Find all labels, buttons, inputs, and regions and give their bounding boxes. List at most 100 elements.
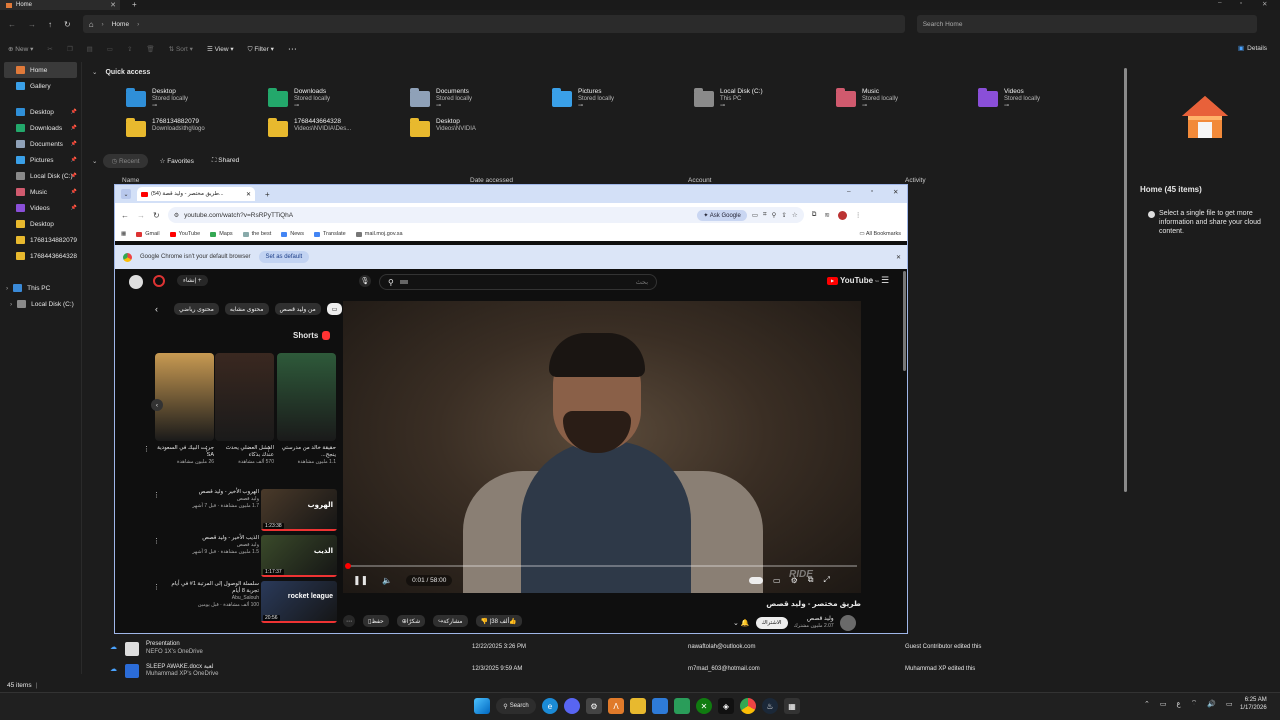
tab-search-icon[interactable]: ⌄ bbox=[121, 189, 131, 199]
quick-access-item[interactable]: Local Disk (C:) This PC ⊸ bbox=[694, 88, 763, 110]
close-tab-icon[interactable]: ✕ bbox=[110, 1, 116, 9]
copy-icon[interactable]: ❐ bbox=[67, 45, 73, 53]
share-button[interactable]: ↪ مشاركة bbox=[433, 615, 468, 627]
autoplay-toggle[interactable] bbox=[749, 576, 763, 584]
sidebar-item[interactable]: Documents 📌 bbox=[0, 136, 81, 152]
youtube-logo[interactable]: ▶ YouTube SA bbox=[827, 276, 879, 285]
sidebar-item[interactable]: Videos 📌 bbox=[0, 200, 81, 216]
avatar[interactable] bbox=[129, 275, 143, 289]
back-icon[interactable]: ← bbox=[8, 20, 16, 29]
notifications-icon[interactable] bbox=[153, 275, 165, 287]
bookmark-item[interactable]: mail.moj.gov.sa bbox=[355, 231, 403, 237]
file-explorer-icon[interactable] bbox=[630, 698, 646, 714]
clock[interactable]: 6:25 AM 1/17/2026 bbox=[1240, 696, 1267, 712]
new-tab-icon[interactable]: + bbox=[132, 0, 137, 9]
chip-scroll-left-icon[interactable]: ‹ bbox=[155, 304, 158, 314]
video-menu-icon[interactable]: ⋮ bbox=[153, 583, 160, 591]
chip-channel[interactable]: من وليد قصص bbox=[274, 303, 321, 315]
profile-icon[interactable] bbox=[837, 210, 847, 220]
tab-favorites[interactable]: ☆ Favorites bbox=[154, 154, 200, 168]
app-icon[interactable]: ▦ bbox=[784, 698, 800, 714]
forward-icon[interactable]: → bbox=[137, 211, 145, 220]
sidebar-item[interactable]: 1768134882079 bbox=[0, 232, 81, 248]
zoom-icon[interactable]: ⚲ bbox=[772, 211, 777, 219]
fullscreen-icon[interactable]: ⤢ bbox=[823, 575, 829, 585]
bookmark-item[interactable]: YouTube bbox=[169, 231, 200, 237]
short-card[interactable]: حقيقة خالد من مدرستي ينجح... 1.1 مليون مش… bbox=[265, 353, 336, 477]
language-indicator[interactable]: ع bbox=[1177, 700, 1181, 708]
omnibox[interactable]: ⚙ youtube.com/watch?v=RsRPyTTiQhA ✦ Ask … bbox=[167, 207, 804, 223]
paste-icon[interactable]: ▤ bbox=[87, 45, 93, 53]
steam-icon[interactable]: ♨ bbox=[762, 698, 778, 714]
guide-menu-icon[interactable]: ☰ bbox=[881, 275, 889, 286]
xbox-icon[interactable]: ✕ bbox=[696, 698, 712, 714]
quick-access-item[interactable]: Videos Stored locally ⊸ bbox=[978, 88, 1040, 110]
menu-icon[interactable]: ⋮ bbox=[855, 211, 862, 219]
site-info-icon[interactable]: ⚙ bbox=[174, 212, 179, 219]
chrome-tab[interactable]: (54) طريق مختصر - وليد قصة... ✕ bbox=[137, 187, 255, 201]
settings-icon[interactable]: ⚙ bbox=[791, 576, 798, 585]
quick-access-item[interactable]: Desktop Stored locally ⊸ bbox=[126, 88, 188, 110]
up-icon[interactable]: ↑ bbox=[48, 20, 52, 29]
settings-icon[interactable]: ⚙ bbox=[586, 698, 602, 714]
miniplayer-icon[interactable]: ⧉ bbox=[808, 575, 814, 585]
app-icon[interactable] bbox=[674, 698, 690, 714]
chrome-icon[interactable] bbox=[740, 698, 756, 714]
refresh-icon[interactable]: ↻ bbox=[64, 20, 71, 29]
close-window-icon[interactable]: ✕ bbox=[1262, 0, 1267, 8]
explorer-tab[interactable]: Home ✕ bbox=[0, 0, 120, 10]
column-header-name[interactable]: Name bbox=[122, 177, 139, 184]
set-default-button[interactable]: Set as default bbox=[258, 251, 310, 263]
sidebar-item[interactable]: Pictures 📌 bbox=[0, 152, 81, 168]
rename-icon[interactable]: ▭ bbox=[107, 45, 113, 53]
chip-all-icon[interactable]: ▭ bbox=[326, 303, 343, 315]
volume-icon[interactable]: 🔊 bbox=[1207, 700, 1216, 708]
sidebar-item[interactable]: Desktop 📌 bbox=[0, 104, 81, 120]
chip-sports[interactable]: محتوى رياضي bbox=[174, 303, 219, 315]
table-row[interactable]: ☁ SLEEP AWAKE.docx لعبة Muhammad XP's OneD… bbox=[106, 663, 1116, 681]
subtitles-icon[interactable]: ▭ bbox=[773, 576, 781, 585]
quick-access-item[interactable]: 1768134882079 Downloads\thg\logo bbox=[126, 118, 205, 137]
maximize-icon[interactable]: ▫ bbox=[871, 188, 873, 195]
quick-access-header[interactable]: ⌄ Quick access bbox=[92, 68, 150, 77]
progress-bar[interactable] bbox=[345, 563, 857, 569]
discord-icon[interactable] bbox=[564, 698, 580, 714]
sidebar-item-this-pc[interactable]: › This PC bbox=[0, 280, 81, 296]
shorts-scroll-left-icon[interactable]: ‹ bbox=[151, 399, 163, 411]
maximize-icon[interactable]: ▫ bbox=[1240, 0, 1242, 7]
save-button[interactable]: ▯ حفظ bbox=[363, 615, 389, 627]
related-video[interactable]: ⋮ سلسلة الوصول إلى المرتبة 1# في أيام تجر… bbox=[151, 581, 337, 623]
like-dislike[interactable]: 👎 | 38 ألف 👍 bbox=[475, 615, 522, 627]
quick-access-item[interactable]: Documents Stored locally ⊸ bbox=[410, 88, 472, 110]
channel-name[interactable]: وليد قصص bbox=[794, 616, 834, 623]
youtube-search-input[interactable]: ⚲ بحث bbox=[379, 274, 657, 290]
explorer-scrollbar[interactable] bbox=[1124, 62, 1128, 682]
notify-menu[interactable]: ⌄ 🔔 bbox=[733, 619, 750, 627]
close-window-icon[interactable]: ✕ bbox=[893, 188, 898, 196]
related-video[interactable]: ⋮ الذيب الأخير - وليد قصص وليد قصص 1.5 مليو… bbox=[151, 535, 337, 577]
extensions-icon[interactable]: ⧉ bbox=[812, 211, 817, 219]
tab-shared[interactable]: ⛶ Shared bbox=[206, 154, 245, 168]
all-bookmarks[interactable]: ▭ All Bookmarks bbox=[859, 231, 901, 237]
sidebar-item-local-disk[interactable]: › Local Disk (C:) bbox=[0, 296, 81, 312]
sidebar-item[interactable]: Local Disk (C:) 📌 bbox=[0, 168, 81, 184]
video-menu-icon[interactable]: ⋮ bbox=[153, 537, 160, 545]
voice-search-icon[interactable]: 🎙 bbox=[359, 275, 371, 287]
close-tab-icon[interactable]: ✕ bbox=[246, 191, 251, 198]
sidebar-item[interactable]: Downloads 📌 bbox=[0, 120, 81, 136]
sidebar-item[interactable]: Desktop bbox=[0, 216, 81, 232]
wifi-icon[interactable]: ⌔ bbox=[1191, 699, 1198, 708]
tray-chevron-icon[interactable]: ⌃ bbox=[1144, 700, 1150, 708]
minimize-icon[interactable]: – bbox=[847, 188, 851, 195]
column-header-account[interactable]: Account bbox=[688, 177, 712, 184]
view-button[interactable]: ☰ View ▾ bbox=[207, 45, 234, 53]
more-icon[interactable]: ⋯ bbox=[288, 44, 297, 55]
thanks-button[interactable]: ⊕ شكرًا bbox=[396, 615, 426, 627]
start-icon[interactable] bbox=[474, 698, 490, 714]
create-button[interactable]: إنشاء + bbox=[177, 275, 208, 286]
quick-access-item[interactable]: Downloads Stored locally ⊸ bbox=[268, 88, 330, 110]
short-card[interactable]: جربت البيك في السعودية SA 26 مليون مشاهدة… bbox=[143, 353, 214, 477]
page-scrollbar[interactable] bbox=[903, 271, 906, 371]
share-icon[interactable]: ⇪ bbox=[127, 45, 132, 53]
forward-icon[interactable]: → bbox=[28, 20, 36, 29]
